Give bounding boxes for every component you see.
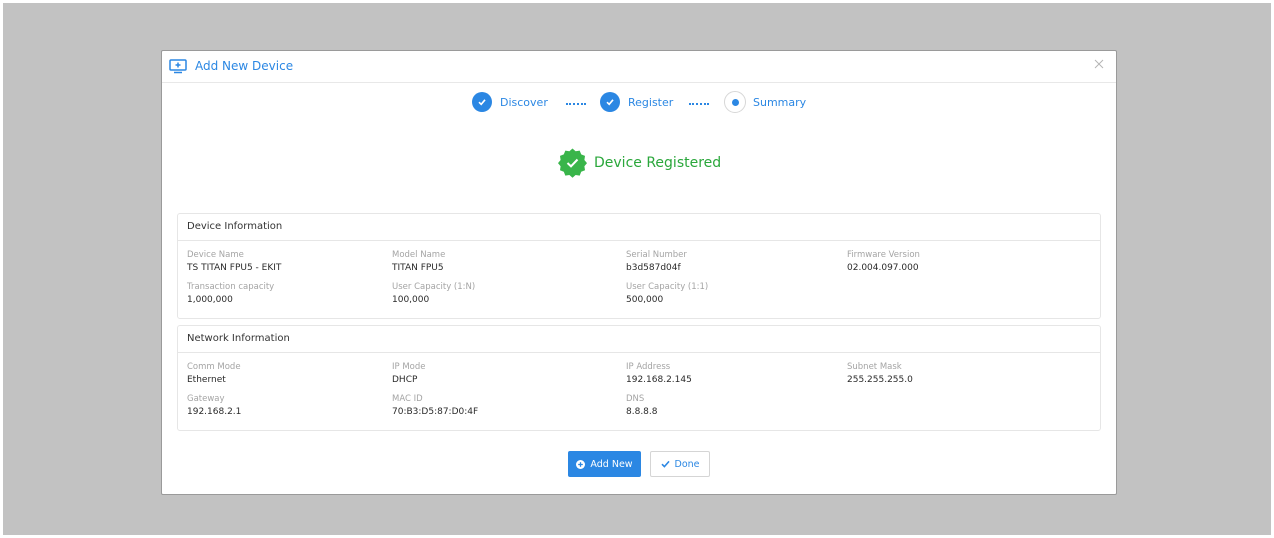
check-badge-icon [557, 147, 588, 178]
subnet-mask-field: Subnet Mask 255.255.255.0 [847, 362, 913, 386]
status-text: Device Registered [594, 155, 722, 171]
field-value: b3d587d04f [626, 263, 681, 273]
field-value: DHCP [392, 375, 418, 385]
firmware-version-field: Firmware Version 02.004.097.000 [847, 250, 920, 274]
gateway-field: Gateway 192.168.2.1 [187, 394, 241, 418]
field-label: Gateway [187, 394, 225, 404]
field-value: 8.8.8.8 [626, 407, 658, 417]
model-name-field: Model Name TITAN FPU5 [392, 250, 445, 274]
panel-title: Device Information [178, 214, 1100, 241]
check-icon [660, 460, 670, 468]
field-value: 100,000 [392, 295, 430, 305]
field-value: 1,000,000 [187, 295, 233, 305]
done-label: Done [674, 458, 700, 470]
field-label: Firmware Version [847, 250, 920, 260]
user-capacity-1n-field: User Capacity (1:N) 100,000 [392, 282, 475, 306]
field-value: TS TITAN FPU5 - EKIT [187, 263, 282, 273]
step-register-label: Register [628, 96, 674, 109]
panel-title: Network Information [178, 326, 1100, 353]
field-value: Ethernet [187, 375, 226, 385]
add-device-modal: Add New Device Discover Register Summary [161, 50, 1117, 495]
registration-status: Device Registered [162, 147, 1116, 179]
dns-field: DNS 8.8.8.8 [626, 394, 658, 418]
field-label: User Capacity (1:1) [626, 282, 709, 292]
field-value: 255.255.255.0 [847, 375, 913, 385]
field-label: Subnet Mask [847, 362, 902, 372]
monitor-plus-icon [169, 59, 187, 74]
device-information-panel: Device Information Device Name TS TITAN … [177, 213, 1101, 319]
close-icon[interactable] [1093, 58, 1105, 70]
field-label: Comm Mode [187, 362, 241, 372]
field-label: IP Address [626, 362, 671, 372]
user-capacity-11-field: User Capacity (1:1) 500,000 [626, 282, 708, 306]
serial-number-field: Serial Number b3d587d04f [626, 250, 687, 274]
field-value: TITAN FPU5 [392, 263, 444, 273]
field-value: 192.168.2.1 [187, 407, 242, 417]
step-register-check-icon [600, 92, 620, 112]
field-label: MAC ID [392, 394, 423, 404]
wizard-stepper: Discover Register Summary [162, 91, 1116, 115]
done-button[interactable]: Done [650, 451, 710, 477]
field-label: Device Name [187, 250, 244, 260]
field-label: User Capacity (1:N) [392, 282, 476, 292]
field-value: 02.004.097.000 [847, 263, 919, 273]
device-name-field: Device Name TS TITAN FPU5 - EKIT [187, 250, 281, 274]
step-separator [689, 103, 709, 105]
add-new-button[interactable]: Add New [568, 451, 641, 477]
step-discover-label: Discover [500, 96, 548, 109]
field-label: DNS [626, 394, 645, 404]
network-information-panel: Network Information Comm Mode Ethernet I… [177, 325, 1101, 431]
modal-actions: Add New Done [162, 451, 1116, 479]
mac-id-field: MAC ID 70:B3:D5:87:D0:4F [392, 394, 478, 418]
add-new-label: Add New [590, 458, 633, 470]
ip-address-field: IP Address 192.168.2.145 [626, 362, 692, 386]
comm-mode-field: Comm Mode Ethernet [187, 362, 241, 386]
step-separator [566, 103, 586, 105]
step-discover-check-icon [472, 92, 492, 112]
field-label: Model Name [392, 250, 446, 260]
field-value: 70:B3:D5:87:D0:4F [392, 407, 479, 417]
step-summary-current-icon [724, 91, 746, 113]
field-label: Transaction capacity [187, 282, 275, 292]
modal-header: Add New Device [162, 51, 1116, 83]
modal-title: Add New Device [195, 59, 294, 73]
plus-circle-icon [576, 459, 586, 469]
field-value: 500,000 [626, 295, 664, 305]
field-label: IP Mode [392, 362, 426, 372]
transaction-capacity-field: Transaction capacity 1,000,000 [187, 282, 274, 306]
field-value: 192.168.2.145 [626, 375, 692, 385]
step-summary-label: Summary [753, 96, 807, 109]
field-label: Serial Number [626, 250, 687, 260]
ip-mode-field: IP Mode DHCP [392, 362, 426, 386]
